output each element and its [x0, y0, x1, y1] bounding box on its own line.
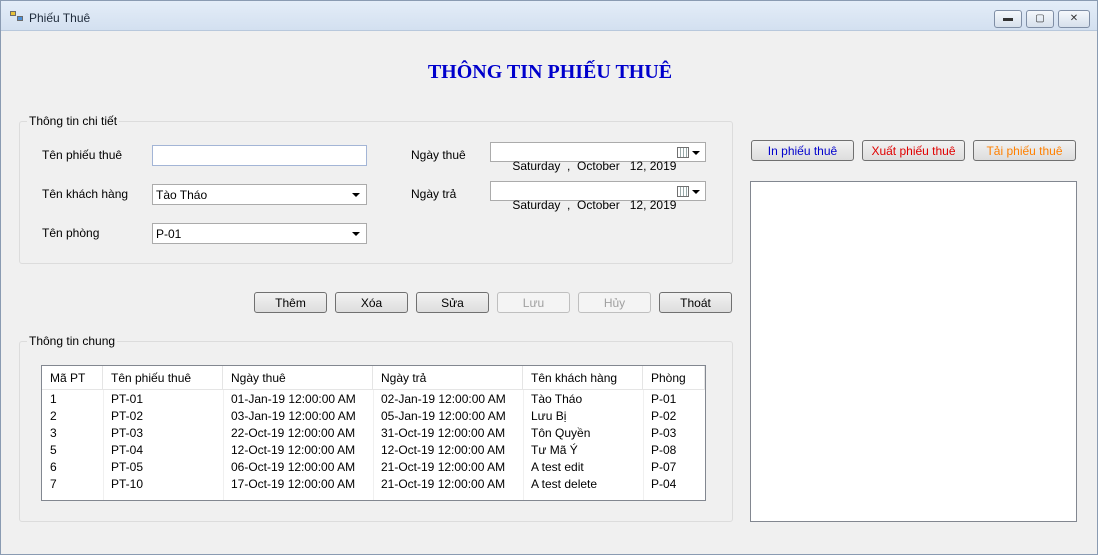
preview-panel — [750, 181, 1077, 522]
table-cell: P-03 — [651, 426, 677, 440]
table-cell: P-08 — [651, 443, 677, 457]
ngay-tra-value: Saturday , October 12, 2019 — [512, 198, 677, 212]
table-cell: PT-02 — [111, 409, 144, 423]
calendar-icon — [677, 186, 689, 197]
table-cell: 02-Jan-19 12:00:00 AM — [381, 392, 506, 406]
dropdown-arrow-icon — [352, 232, 360, 236]
khach-hang-label: Tên khách hàng — [42, 187, 129, 201]
table-cell: Tôn Quyền — [531, 426, 591, 440]
table-cell: PT-05 — [111, 460, 144, 474]
table-cell: 1 — [50, 392, 57, 406]
xoa-button[interactable]: Xóa — [335, 292, 408, 313]
table-row[interactable]: 5 PT-04 12-Oct-19 12:00:00 AM 12-Oct-19 12:… — [42, 442, 705, 459]
ngay-thue-datepicker[interactable]: Saturday , October 12, 2019 — [490, 142, 706, 173]
ngay-thue-value: Saturday , October 12, 2019 — [512, 159, 677, 173]
maximize-button[interactable]: ▢ — [1026, 10, 1054, 28]
table-row[interactable]: 7 PT-10 17-Oct-19 12:00:00 AM 21-Oct-19 12:… — [42, 476, 705, 493]
minimize-button[interactable]: ▬ — [994, 10, 1022, 28]
table-row[interactable]: 3 PT-03 22-Oct-19 12:00:00 AM 31-Oct-19 12:… — [42, 425, 705, 442]
table-cell: P-01 — [651, 392, 677, 406]
table-cell: P-07 — [651, 460, 677, 474]
ngay-tra-label: Ngày trả — [411, 187, 457, 201]
table-cell: 22-Oct-19 12:00:00 AM — [231, 426, 356, 440]
general-group-label: Thông tin chung — [27, 334, 118, 348]
khach-hang-select[interactable]: Tào Tháo — [152, 184, 367, 205]
table-cell: 12-Oct-19 12:00:00 AM — [381, 443, 506, 457]
in-phieu-thue-button[interactable]: In phiếu thuê — [751, 140, 854, 161]
calendar-icon — [677, 147, 689, 158]
dropdown-arrow-icon — [692, 190, 700, 194]
huy-button[interactable]: Hủy — [578, 292, 651, 313]
table-row[interactable]: 1 PT-01 01-Jan-19 12:00:00 AM 02-Jan-19 12:… — [42, 391, 705, 408]
table-cell: 5 — [50, 443, 57, 457]
app-window: Phiếu Thuê ▬ ▢ ✕ THÔNG TIN PHIẾU THUÊ Th… — [0, 0, 1098, 555]
table-cell: A test edit — [531, 460, 584, 474]
column-header-ten-phieu[interactable]: Tên phiếu thuê — [103, 366, 223, 390]
ten-phieu-label: Tên phiếu thuê — [42, 148, 123, 162]
table-cell: Tào Tháo — [531, 392, 583, 406]
column-header-khach-hang[interactable]: Tên khách hàng — [523, 366, 643, 390]
sua-button[interactable]: Sửa — [416, 292, 489, 313]
table-row[interactable]: 6 PT-05 06-Oct-19 12:00:00 AM 21-Oct-19 12:… — [42, 459, 705, 476]
them-button[interactable]: Thêm — [254, 292, 327, 313]
luu-button[interactable]: Lưu — [497, 292, 570, 313]
table-row[interactable]: 2 PT-02 03-Jan-19 12:00:00 AM 05-Jan-19 12:… — [42, 408, 705, 425]
khach-hang-value: Tào Tháo — [156, 188, 208, 202]
tai-phieu-thue-button[interactable]: Tải phiếu thuê — [973, 140, 1076, 161]
table-cell: 6 — [50, 460, 57, 474]
table-cell: PT-04 — [111, 443, 144, 457]
table-cell: 03-Jan-19 12:00:00 AM — [231, 409, 356, 423]
table-cell: Lưu Bị — [531, 409, 567, 423]
table-cell: 06-Oct-19 12:00:00 AM — [231, 460, 356, 474]
table-cell: 3 — [50, 426, 57, 440]
table-cell: 7 — [50, 477, 57, 491]
app-icon — [10, 11, 24, 23]
ten-phieu-input[interactable] — [152, 145, 367, 166]
column-header-ngay-tra[interactable]: Ngày trả — [373, 366, 523, 390]
table-cell: 17-Oct-19 12:00:00 AM — [231, 477, 356, 491]
table-cell: P-02 — [651, 409, 677, 423]
window-title: Phiếu Thuê — [29, 11, 91, 25]
ngay-tra-datepicker[interactable]: Saturday , October 12, 2019 — [490, 181, 706, 212]
table-cell: PT-01 — [111, 392, 144, 406]
table-cell: 12-Oct-19 12:00:00 AM — [231, 443, 356, 457]
table-cell: 01-Jan-19 12:00:00 AM — [231, 392, 356, 406]
phong-select[interactable]: P-01 — [152, 223, 367, 244]
listview-header: Mã PT Tên phiếu thuê Ngày thuê Ngày trả … — [42, 366, 705, 390]
column-header-ma-pt[interactable]: Mã PT — [42, 366, 103, 390]
table-cell: A test delete — [531, 477, 598, 491]
page-title: THÔNG TIN PHIẾU THUÊ — [427, 61, 673, 83]
rentals-listview[interactable]: Mã PT Tên phiếu thuê Ngày thuê Ngày trả … — [41, 365, 706, 501]
table-cell: 21-Oct-19 12:00:00 AM — [381, 477, 506, 491]
column-header-ngay-thue[interactable]: Ngày thuê — [223, 366, 373, 390]
column-header-phong[interactable]: Phòng — [643, 366, 705, 390]
dropdown-arrow-icon — [692, 151, 700, 155]
table-cell: Tư Mã Ý — [531, 443, 578, 457]
thoat-button[interactable]: Thoát — [659, 292, 732, 313]
dropdown-arrow-icon — [352, 193, 360, 197]
table-cell: 2 — [50, 409, 57, 423]
table-cell: PT-10 — [111, 477, 144, 491]
xuat-phieu-thue-button[interactable]: Xuất phiếu thuê — [862, 140, 965, 161]
ngay-thue-label: Ngày thuê — [411, 148, 466, 162]
table-cell: P-04 — [651, 477, 677, 491]
details-group-label: Thông tin chi tiết — [27, 114, 120, 128]
table-cell: PT-03 — [111, 426, 144, 440]
table-cell: 21-Oct-19 12:00:00 AM — [381, 460, 506, 474]
close-button[interactable]: ✕ — [1058, 10, 1090, 28]
phong-label: Tên phòng — [42, 226, 100, 240]
title-bar: Phiếu Thuê ▬ ▢ ✕ — [1, 1, 1097, 31]
table-cell: 31-Oct-19 12:00:00 AM — [381, 426, 506, 440]
phong-value: P-01 — [156, 227, 182, 241]
table-cell: 05-Jan-19 12:00:00 AM — [381, 409, 506, 423]
